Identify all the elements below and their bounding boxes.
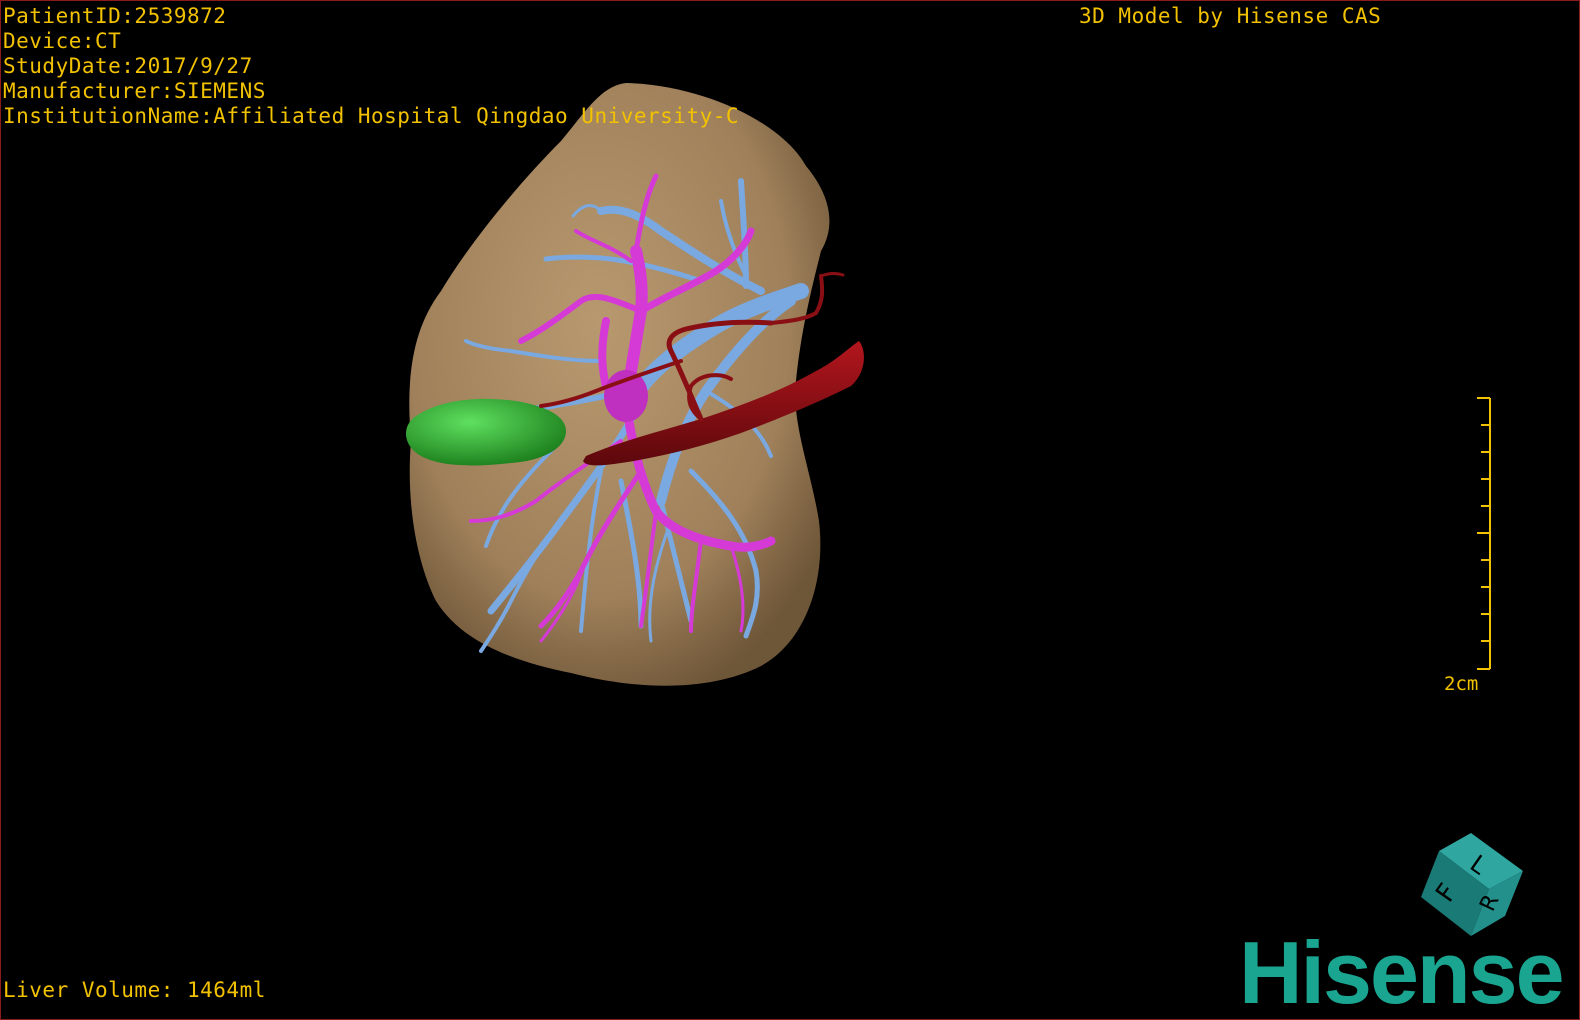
institution-name: InstitutionName:Affiliated Hospital Qing…	[3, 104, 740, 128]
liver-volume: Liver Volume: 1464ml	[3, 978, 266, 1002]
orientation-cube[interactable]: F L R	[1421, 833, 1523, 936]
3d-model-viewport[interactable]: F L R PatientID:2539872 Device:CT StudyDat…	[0, 0, 1580, 1020]
patient-id: PatientID:2539872	[3, 4, 227, 28]
device: Device:CT	[3, 29, 122, 53]
manufacturer: Manufacturer:SIEMENS	[3, 79, 266, 103]
scale-bar-label: 2cm	[1444, 673, 1479, 695]
scale-bar	[1477, 397, 1491, 670]
study-date: StudyDate:2017/9/27	[3, 54, 253, 78]
gallbladder	[405, 398, 566, 466]
dicom-info-overlay: PatientID:2539872 Device:CT StudyDate:2017…	[3, 4, 739, 129]
liver-3d-model[interactable]: F L R	[1, 1, 1579, 1019]
hisense-logo: Hisense	[1239, 923, 1565, 1020]
brand-title: 3D Model by Hisense CAS	[1079, 4, 1382, 28]
